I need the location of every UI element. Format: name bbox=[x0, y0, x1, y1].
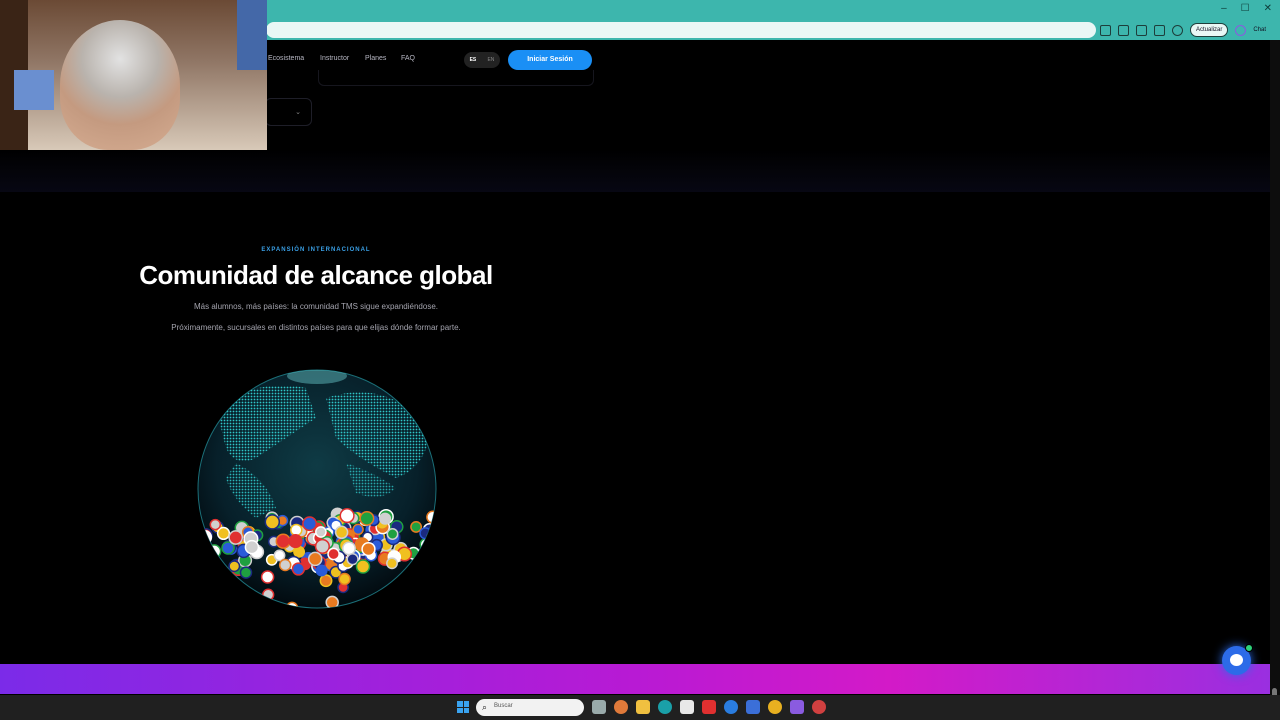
flag-marker bbox=[314, 538, 330, 554]
browser-toolbar: Actualizar Chat bbox=[1100, 23, 1266, 37]
minimize-button[interactable]: – bbox=[1221, 3, 1227, 14]
section-divider bbox=[0, 150, 1270, 192]
login-button[interactable]: Iniciar Sesión bbox=[508, 50, 592, 70]
flag-marker bbox=[379, 512, 392, 525]
flag-marker bbox=[338, 572, 351, 586]
section-subtitle: Más alumnos, más países: la comunidad TM… bbox=[194, 302, 438, 311]
flag-marker bbox=[264, 514, 281, 530]
taskbar-apps bbox=[592, 700, 826, 714]
webcam-background-window bbox=[237, 0, 267, 70]
nav-link-faq[interactable]: FAQ bbox=[401, 55, 415, 62]
flag-marker bbox=[315, 564, 328, 577]
flag-marker bbox=[228, 560, 241, 573]
extensions-icon[interactable] bbox=[1136, 24, 1147, 36]
flag-marker bbox=[355, 559, 371, 574]
nav-link-planes[interactable]: Planes bbox=[365, 55, 386, 62]
chat-widget-button[interactable] bbox=[1222, 644, 1253, 675]
flag-marker bbox=[244, 539, 260, 555]
app-icon[interactable] bbox=[812, 700, 826, 714]
flag-marker bbox=[334, 525, 349, 540]
close-button[interactable]: ✕ bbox=[1264, 3, 1272, 14]
chat-bubble-icon bbox=[1230, 654, 1243, 666]
help-icon[interactable] bbox=[724, 700, 738, 714]
flag-marker bbox=[410, 520, 423, 533]
update-button[interactable]: Actualizar bbox=[1190, 23, 1229, 37]
app-red-icon[interactable] bbox=[702, 700, 716, 714]
copilot-icon[interactable] bbox=[1235, 24, 1247, 36]
flag-marker bbox=[291, 562, 306, 576]
edge-icon[interactable] bbox=[658, 700, 672, 714]
flag-marker bbox=[416, 554, 430, 568]
section-eyebrow: EXPANSIÓN INTERNACIONAL bbox=[261, 247, 371, 253]
window-controls: – ☐ ✕ bbox=[1221, 3, 1272, 14]
footer-gradient-band bbox=[0, 664, 1270, 694]
online-status-dot bbox=[1245, 644, 1253, 652]
store-icon[interactable] bbox=[680, 700, 694, 714]
favorite-icon[interactable] bbox=[1118, 24, 1129, 36]
taskbar-search-placeholder: Buscar bbox=[494, 703, 513, 709]
collections-icon[interactable] bbox=[1154, 24, 1165, 36]
flag-marker bbox=[302, 516, 318, 532]
flag-marker bbox=[352, 523, 364, 536]
profile-icon[interactable] bbox=[1172, 24, 1183, 36]
flag-marker bbox=[228, 530, 244, 545]
flag-marker bbox=[260, 570, 275, 584]
task-view-icon[interactable] bbox=[592, 700, 606, 714]
flag-marker bbox=[275, 533, 291, 549]
teams-icon[interactable] bbox=[790, 700, 804, 714]
flag-marker bbox=[426, 510, 436, 524]
nav-link-ecosistema[interactable]: Ecosistema bbox=[268, 55, 304, 62]
taskbar-search[interactable]: ⌕ Buscar bbox=[476, 699, 584, 716]
flag-marker bbox=[198, 530, 213, 545]
url-field[interactable] bbox=[266, 22, 1096, 38]
search-icon: ⌕ bbox=[482, 702, 488, 712]
flag-marker bbox=[290, 523, 303, 537]
reader-icon[interactable] bbox=[1100, 24, 1111, 36]
windows-taskbar: ⌕ Buscar bbox=[0, 695, 1280, 720]
flag-marker bbox=[386, 528, 399, 540]
faq-item[interactable]: ⌄ bbox=[265, 98, 312, 126]
flag-marker bbox=[278, 558, 292, 572]
flag-marker bbox=[342, 541, 356, 556]
flag-marker bbox=[319, 574, 333, 588]
flag-marker bbox=[209, 518, 222, 531]
lang-en[interactable]: EN bbox=[487, 57, 494, 63]
site-navbar: Ecosistema Instructor Planes FAQ ES EN I… bbox=[262, 48, 596, 72]
maximize-button[interactable]: ☐ bbox=[1241, 3, 1250, 14]
flag-marker bbox=[216, 526, 231, 541]
section-title: Comunidad de alcance global bbox=[139, 260, 493, 290]
flag-marker bbox=[293, 545, 306, 558]
flag-marker bbox=[419, 537, 433, 552]
flag-marker bbox=[327, 547, 340, 561]
page-scrollbar[interactable] bbox=[1270, 40, 1280, 706]
outlook-icon[interactable] bbox=[746, 700, 760, 714]
flag-marker bbox=[239, 566, 253, 579]
flag-marker bbox=[361, 541, 376, 557]
flag-marker bbox=[386, 557, 398, 570]
copilot-app-icon[interactable] bbox=[614, 700, 628, 714]
flag-marker bbox=[346, 553, 359, 566]
webcam-background-shelf bbox=[14, 70, 54, 110]
flag-marker bbox=[206, 544, 222, 559]
globe-illustration bbox=[197, 369, 437, 609]
chevron-down-icon: ⌄ bbox=[295, 109, 301, 116]
flag-marker bbox=[359, 510, 375, 526]
faq-item-bottom[interactable] bbox=[318, 70, 594, 86]
chat-label[interactable]: Chat bbox=[1253, 27, 1266, 33]
start-icon[interactable] bbox=[457, 701, 469, 713]
flag-marker bbox=[315, 526, 327, 538]
lang-es[interactable]: ES bbox=[470, 57, 477, 63]
flag-marker bbox=[262, 588, 275, 601]
webcam-person bbox=[60, 20, 180, 150]
flag-marker bbox=[273, 549, 286, 562]
language-toggle[interactable]: ES EN bbox=[464, 52, 500, 68]
flag-marker bbox=[288, 534, 303, 549]
nav-link-instructor[interactable]: Instructor bbox=[320, 55, 349, 62]
flag-marker bbox=[307, 551, 323, 567]
webcam-overlay bbox=[0, 0, 267, 150]
chrome-icon[interactable] bbox=[768, 700, 782, 714]
flag-marker bbox=[339, 508, 355, 524]
file-explorer-icon[interactable] bbox=[636, 700, 650, 714]
section-subtitle-2: Próximamente, sucursales en distintos pa… bbox=[171, 323, 461, 332]
